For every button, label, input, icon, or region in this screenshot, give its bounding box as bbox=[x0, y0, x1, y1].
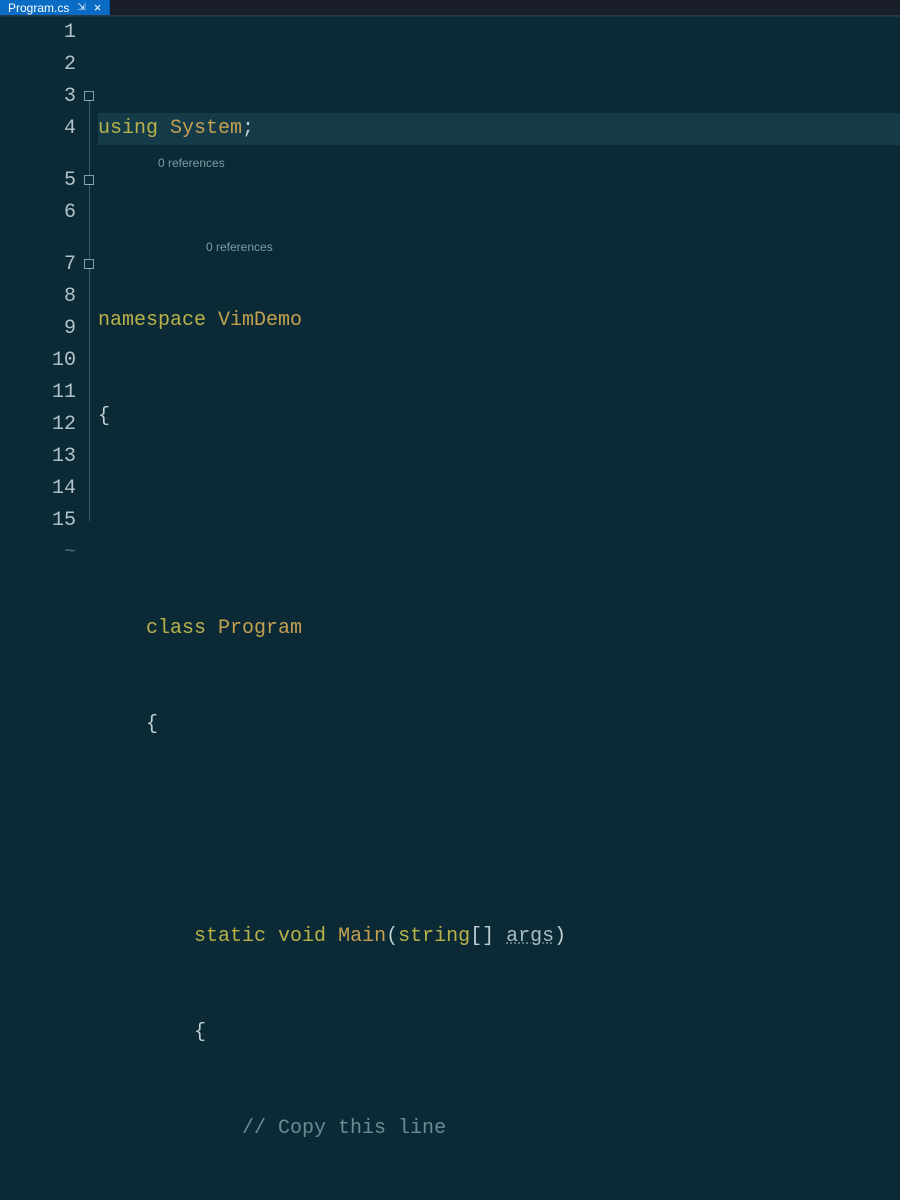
code-area[interactable]: using System; namespace VimDemo { 0 refe… bbox=[98, 17, 900, 1200]
fold-toggle-icon[interactable] bbox=[84, 259, 94, 269]
codelens-class[interactable]: 0 references bbox=[158, 147, 225, 179]
fold-toggle-icon[interactable] bbox=[84, 175, 94, 185]
codelens-method[interactable]: 0 references bbox=[206, 231, 273, 263]
code-line: // Copy this line bbox=[98, 1113, 900, 1145]
code-line: namespace VimDemo bbox=[98, 305, 900, 337]
fold-column bbox=[84, 17, 98, 1200]
line-number-gutter: 1 2 3 4 5 6 7 8 9 10 11 12 13 14 15 ~ bbox=[0, 17, 84, 1200]
code-line: { bbox=[98, 1017, 900, 1049]
fold-toggle-icon[interactable] bbox=[84, 91, 94, 101]
tab-label: Program.cs bbox=[8, 1, 69, 15]
code-line: using System; bbox=[98, 113, 900, 145]
code-line: { bbox=[98, 709, 900, 741]
close-icon[interactable]: × bbox=[94, 0, 102, 15]
tab-program-cs[interactable]: Program.cs ⇲ × bbox=[0, 0, 110, 15]
pin-icon[interactable]: ⇲ bbox=[77, 2, 85, 13]
code-line: static void Main(string[] args) bbox=[98, 921, 900, 953]
code-line: { bbox=[98, 401, 900, 433]
tab-bar: Program.cs ⇲ × bbox=[0, 0, 900, 16]
editor[interactable]: 1 2 3 4 5 6 7 8 9 10 11 12 13 14 15 ~ us… bbox=[0, 16, 900, 1200]
code-line: class Program bbox=[98, 613, 900, 645]
